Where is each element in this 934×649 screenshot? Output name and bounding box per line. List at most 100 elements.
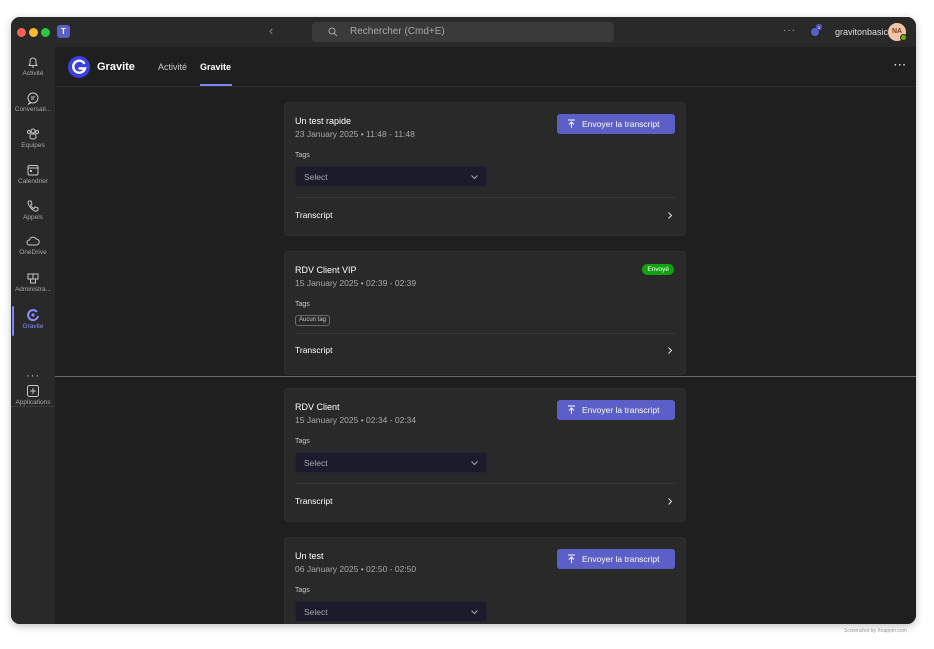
rail-item-gravite[interactable]: Gravite (11, 305, 55, 339)
gravite-icon (27, 309, 39, 322)
send-transcript-label: Envoyer la transcript (582, 119, 660, 129)
send-transcript-label: Envoyer la transcript (582, 405, 660, 415)
send-transcript-button[interactable]: Envoyer la transcript (557, 549, 675, 569)
search-input[interactable]: Rechercher (Cmd+E) (312, 22, 614, 42)
rail-label: OneDrive (19, 249, 47, 256)
meeting-date: 23 January 2025 • 11:48 - 11:48 (295, 129, 415, 139)
tags-select-value: Select (304, 458, 328, 468)
transcript-row[interactable]: Transcript (295, 341, 675, 359)
screenshot-caption: Screenshot by Xnapper.com (844, 628, 907, 634)
rail-item-admin[interactable]: Administra... (11, 268, 55, 302)
calendar-icon (27, 165, 39, 176)
tab-gravite[interactable]: Gravite (200, 62, 231, 72)
notification-badge-icon[interactable]: 1 (808, 23, 824, 39)
send-transcript-button[interactable]: Envoyer la transcript (557, 114, 675, 134)
chevron-down-icon (471, 175, 478, 180)
tags-select-value: Select (304, 607, 328, 617)
meeting-title: Un test rapide (295, 116, 352, 126)
card-divider (295, 333, 675, 334)
tags-label: Tags (295, 301, 310, 308)
rail-item-calls[interactable]: Appels (11, 196, 55, 230)
gravite-logo-icon (68, 56, 90, 78)
scroll-separator (55, 376, 916, 377)
rail-label: Calendrier (18, 178, 48, 185)
send-transcript-button[interactable]: Envoyer la transcript (557, 400, 675, 420)
chevron-down-icon (471, 610, 478, 615)
upload-icon (568, 405, 575, 414)
rail-item-conversations[interactable]: Conversati... (11, 88, 55, 122)
transcript-label: Transcript (295, 345, 333, 355)
meeting-date: 15 January 2025 • 02:34 - 02:34 (295, 415, 417, 425)
upload-icon (568, 554, 575, 563)
transcript-label: Transcript (295, 210, 333, 220)
minimize-window-button[interactable] (29, 28, 38, 37)
tags-select[interactable]: Select (295, 601, 487, 622)
title-bar: T ‹ Rechercher (Cmd+E) ··· 1 gravitonbas… (11, 17, 916, 47)
more-options-icon[interactable]: ··· (783, 25, 796, 36)
zoom-window-button[interactable] (41, 28, 50, 37)
rail-label: Appels (23, 214, 43, 221)
meeting-card: Un test rapide 23 January 2025 • 11:48 -… (284, 102, 686, 236)
phone-icon (27, 200, 39, 212)
chevron-right-icon (668, 498, 673, 505)
add-app-icon (27, 385, 39, 397)
meeting-card: RDV Client 15 January 2025 • 02:34 - 02:… (284, 388, 686, 522)
chevron-right-icon (668, 347, 673, 354)
teams-window: T ‹ Rechercher (Cmd+E) ··· 1 gravitonbas… (11, 17, 916, 624)
rail-label: Équipes (21, 142, 45, 149)
meeting-card: Un test 06 January 2025 • 02:50 - 02:50 … (284, 537, 686, 624)
cloud-icon (26, 236, 40, 246)
tags-select[interactable]: Select (295, 166, 487, 187)
rail-label: Conversati... (14, 106, 52, 113)
rail-item-activity[interactable]: Activité (11, 52, 55, 86)
tags-select-value: Select (304, 172, 328, 182)
search-icon (328, 27, 338, 37)
status-badge: Envoyé (642, 264, 674, 275)
empty-tag-chip: Aucun tag (295, 315, 331, 326)
card-divider (295, 197, 675, 198)
rail-item-applications[interactable]: Applications (11, 381, 55, 415)
chevron-down-icon (471, 461, 478, 466)
teams-icon (27, 128, 39, 140)
transcript-label: Transcript (295, 496, 333, 506)
chevron-right-icon (668, 212, 673, 219)
teams-logo-icon: T (57, 25, 70, 38)
tags-label: Tags (295, 587, 310, 594)
rail-item-teams[interactable]: Équipes (11, 124, 55, 158)
search-placeholder: Rechercher (Cmd+E) (350, 26, 445, 37)
app-rail: Activité Conversati... Équipes Calendrie… (11, 47, 55, 624)
meeting-title: RDV Client (295, 402, 340, 412)
meetings-list[interactable]: Un test rapide 23 January 2025 • 11:48 -… (55, 87, 916, 624)
active-tab-indicator (200, 84, 232, 86)
close-window-button[interactable] (17, 28, 26, 37)
app-header: Gravite Activité Gravite ··· (55, 47, 916, 87)
meeting-card: RDV Client VIP 15 January 2025 • 02:39 -… (284, 251, 686, 375)
admin-icon (27, 273, 39, 284)
rail-item-calendar[interactable]: Calendrier (11, 160, 55, 194)
rail-label: Applications (15, 399, 51, 406)
upload-icon (568, 119, 575, 128)
meeting-date: 15 January 2025 • 02:39 - 02:39 (295, 278, 417, 288)
app-title: Gravite (97, 61, 135, 73)
meeting-title: Un test (295, 551, 324, 561)
tags-select[interactable]: Select (295, 452, 487, 473)
transcript-row[interactable]: Transcript (295, 206, 675, 224)
presence-status-icon (900, 34, 907, 41)
rail-item-onedrive[interactable]: OneDrive (11, 231, 55, 265)
meeting-date: 06 January 2025 • 02:50 - 02:50 (295, 564, 417, 574)
chat-icon (27, 92, 39, 105)
bell-icon (28, 57, 38, 68)
send-transcript-label: Envoyer la transcript (582, 554, 660, 564)
app-more-icon[interactable]: ··· (894, 60, 907, 71)
rail-label: Gravite (22, 323, 44, 330)
transcript-row[interactable]: Transcript (295, 492, 675, 510)
rail-label: Activité (22, 70, 44, 77)
meeting-title: RDV Client VIP (295, 265, 357, 275)
tags-label: Tags (295, 152, 310, 159)
back-arrow-icon[interactable]: ‹ (269, 23, 273, 38)
user-name[interactable]: gravitonbasic (835, 27, 888, 37)
card-divider (295, 483, 675, 484)
tags-label: Tags (295, 438, 310, 445)
tab-activity[interactable]: Activité (158, 62, 187, 72)
rail-label: Administra... (14, 286, 52, 293)
